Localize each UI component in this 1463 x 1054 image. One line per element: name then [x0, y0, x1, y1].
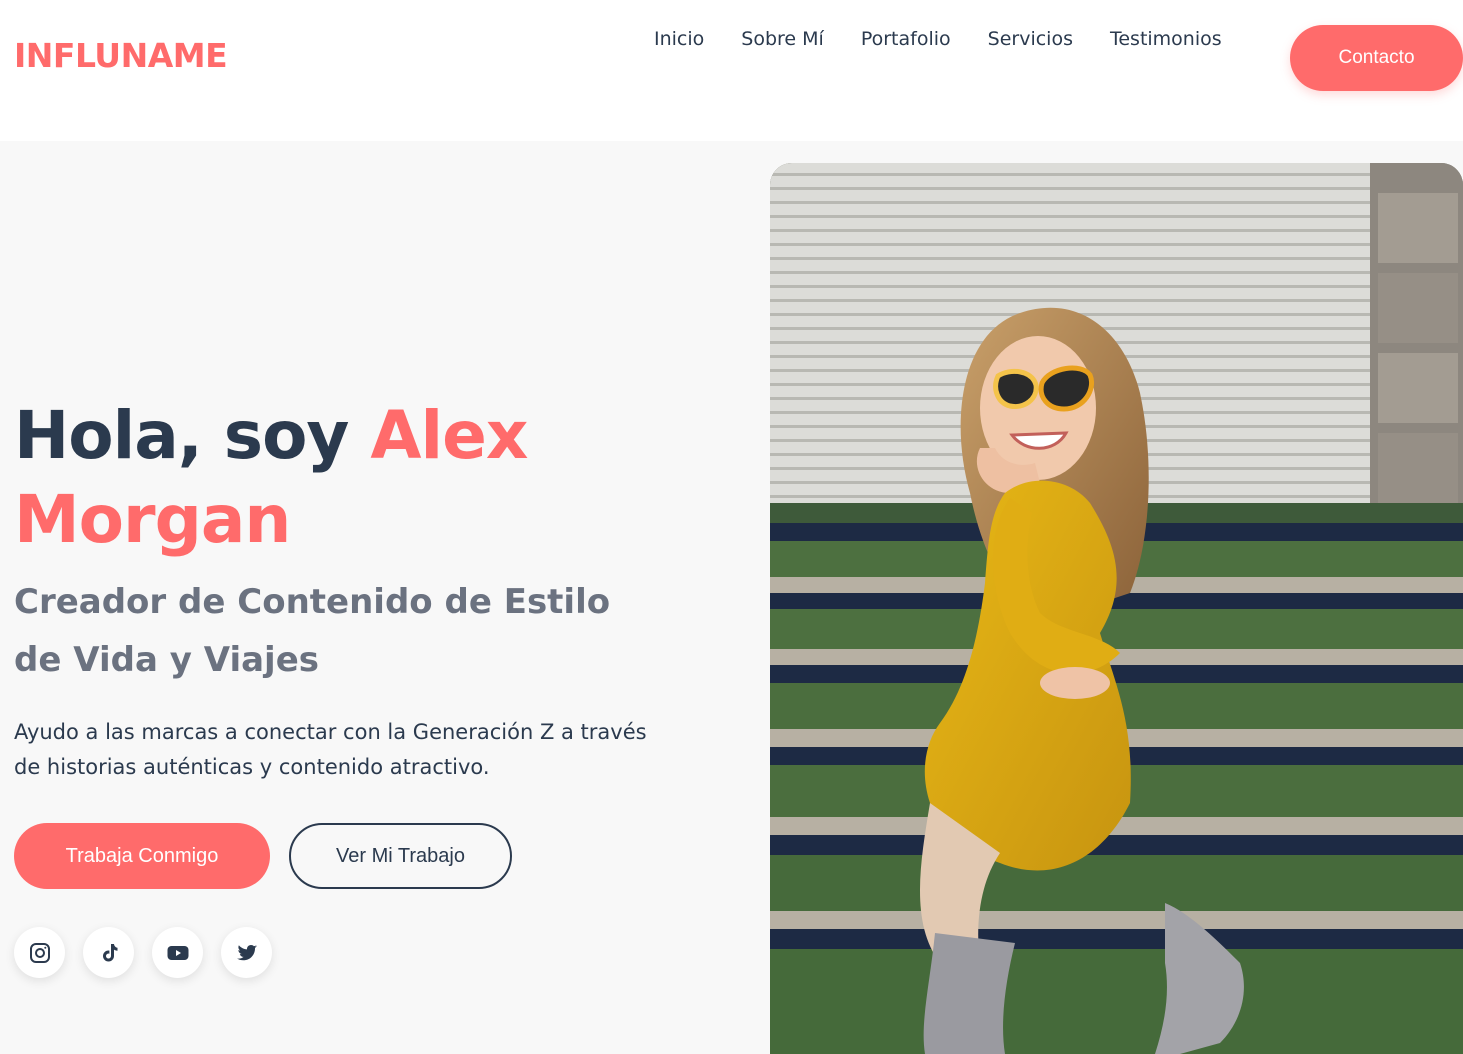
instagram-link[interactable]: [14, 927, 65, 978]
youtube-icon: [167, 945, 188, 960]
tiktok-link[interactable]: [83, 927, 134, 978]
nav-item-portafolio[interactable]: Portafolio: [861, 28, 951, 50]
contact-button[interactable]: Contacto: [1290, 25, 1463, 91]
main-nav: Inicio Sobre Mí Portafolio Servicios Tes…: [654, 28, 1259, 50]
social-links: [14, 927, 272, 978]
tiktok-icon: [102, 943, 117, 961]
work-with-me-button[interactable]: Trabaja Conmigo: [14, 823, 270, 889]
instagram-icon: [29, 942, 50, 963]
hero-title-prefix: Hola, soy: [14, 397, 371, 474]
youtube-link[interactable]: [152, 927, 203, 978]
woman-in-yellow-dress-photo: [770, 163, 1463, 1054]
hero-title: Hola, soy Alex Morgan: [14, 394, 654, 562]
site-header: INFLUNAME Inicio Sobre Mí Portafolio Ser…: [0, 0, 1463, 141]
hero-subtitle: Creador de Contenido de Estilo de Vida y…: [14, 582, 611, 680]
view-my-work-button[interactable]: Ver Mi Trabajo: [289, 823, 512, 889]
twitter-icon: [236, 944, 257, 960]
twitter-link[interactable]: [221, 927, 272, 978]
nav-item-servicios[interactable]: Servicios: [988, 28, 1073, 50]
nav-item-inicio[interactable]: Inicio: [654, 28, 704, 50]
hero-description: Ayudo a las marcas a conectar con la Gen…: [14, 720, 647, 779]
logo[interactable]: INFLUNAME: [14, 36, 228, 75]
hero-photo: [770, 163, 1463, 1054]
nav-item-sobre-mi[interactable]: Sobre Mí: [741, 28, 824, 50]
hero-section: Hola, soy Alex Morgan Creador de Conteni…: [0, 141, 1463, 1054]
nav-item-testimonios[interactable]: Testimonios: [1110, 28, 1222, 50]
